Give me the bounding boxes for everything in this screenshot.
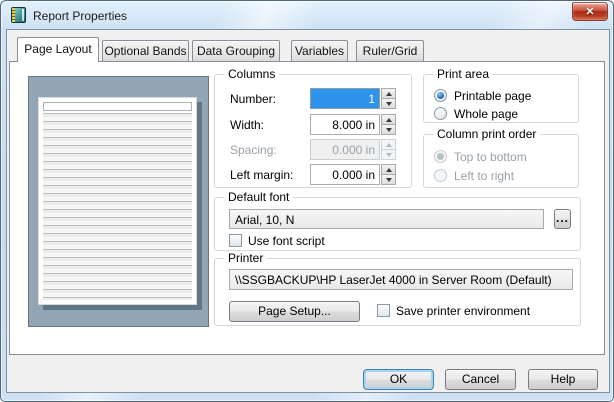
- group-column-print-order-title: Column print order: [433, 127, 540, 141]
- group-default-font-title: Default font: [224, 190, 293, 204]
- spin-down-icon: [381, 150, 396, 160]
- default-font-field: Arial, 10, N: [229, 209, 544, 229]
- close-button[interactable]: ✕: [572, 2, 608, 21]
- radio-whole-page-label[interactable]: Whole page: [454, 107, 518, 121]
- radio-printable-page-label[interactable]: Printable page: [454, 89, 531, 103]
- radio-left-to-right: [434, 169, 447, 182]
- spin-down-icon[interactable]: [381, 175, 396, 185]
- spacing-spin-field: 0.000 in: [310, 139, 396, 160]
- number-spinner: [381, 88, 396, 109]
- page-preview: [28, 76, 209, 327]
- width-spinner: [381, 114, 396, 135]
- left-margin-spinner: [381, 164, 396, 185]
- width-spin-field: 8.000 in: [310, 114, 396, 135]
- spin-up-icon: [381, 139, 396, 150]
- tab-label: Page Layout: [24, 42, 91, 56]
- ok-button[interactable]: OK: [363, 369, 434, 390]
- titlebar[interactable]: Report Properties ✕: [1, 1, 613, 30]
- width-label: Width:: [230, 118, 264, 132]
- tab-label: Variables: [295, 44, 344, 58]
- spin-down-icon[interactable]: [381, 125, 396, 135]
- radio-left-to-right-label: Left to right: [454, 169, 514, 183]
- tab-data-grouping[interactable]: Data Grouping: [192, 40, 280, 61]
- number-spin-field: 1: [310, 88, 396, 109]
- window-frame: Report Properties ✕ Page Layout Optional…: [0, 0, 614, 402]
- spin-down-icon[interactable]: [381, 99, 396, 109]
- spacing-label: Spacing:: [230, 143, 277, 157]
- checkbox-save-printer-environment[interactable]: [377, 304, 390, 317]
- group-columns: Columns Number: 1 Width: 8.000 in Spacin…: [214, 74, 412, 188]
- close-icon: ✕: [585, 5, 594, 18]
- group-column-print-order: Column print order Top to bottom Left to…: [423, 134, 579, 188]
- group-printer-title: Printer: [224, 251, 267, 265]
- cancel-button[interactable]: Cancel: [445, 369, 516, 390]
- radio-top-to-bottom: [434, 150, 447, 163]
- spin-up-icon[interactable]: [381, 114, 396, 125]
- font-browse-button[interactable]: ...: [554, 209, 571, 229]
- left-margin-input[interactable]: 0.000 in: [310, 164, 380, 185]
- report-properties-dialog: Report Properties ✕ Page Layout Optional…: [0, 0, 614, 402]
- tab-page-layout[interactable]: Page Layout: [17, 37, 99, 62]
- radio-printable-page[interactable]: [434, 89, 447, 102]
- report-icon: [11, 7, 26, 23]
- tab-label: Ruler/Grid: [363, 44, 418, 58]
- tab-variables[interactable]: Variables: [291, 40, 348, 61]
- group-print-area: Print area Printable page Whole page: [423, 74, 579, 123]
- group-print-area-title: Print area: [433, 67, 493, 81]
- width-input[interactable]: 8.000 in: [310, 114, 380, 135]
- page-detail-lines: [43, 113, 192, 300]
- page-header-band: [43, 102, 192, 111]
- window-title: Report Properties: [33, 9, 127, 23]
- tab-label: Optional Bands: [104, 44, 186, 58]
- checkbox-use-font-script[interactable]: [229, 234, 242, 247]
- save-printer-environment-label[interactable]: Save printer environment: [396, 304, 530, 318]
- radio-top-to-bottom-label: Top to bottom: [454, 150, 527, 164]
- spin-up-icon[interactable]: [381, 164, 396, 175]
- help-button[interactable]: Help: [528, 369, 598, 390]
- group-columns-title: Columns: [224, 67, 279, 81]
- page-preview-sheet: [38, 97, 197, 305]
- number-input[interactable]: 1: [310, 88, 380, 109]
- tab-label: Data Grouping: [197, 44, 275, 58]
- left-margin-label: Left margin:: [230, 168, 293, 182]
- spacing-input: 0.000 in: [310, 139, 380, 160]
- radio-whole-page[interactable]: [434, 107, 447, 120]
- left-margin-spin-field: 0.000 in: [310, 164, 396, 185]
- spin-up-icon[interactable]: [381, 88, 396, 99]
- number-label: Number:: [230, 92, 276, 106]
- printer-field: \\SSGBACKUP\HP LaserJet 4000 in Server R…: [229, 269, 573, 290]
- group-printer: Printer \\SSGBACKUP\HP LaserJet 4000 in …: [214, 258, 581, 326]
- group-default-font: Default font Arial, 10, N ... Use font s…: [214, 197, 581, 251]
- tab-ruler-grid[interactable]: Ruler/Grid: [356, 40, 424, 61]
- use-font-script-label[interactable]: Use font script: [248, 234, 325, 248]
- spacing-spinner: [381, 139, 396, 160]
- page-setup-button[interactable]: Page Setup...: [229, 301, 360, 322]
- tab-optional-bands[interactable]: Optional Bands: [102, 40, 189, 61]
